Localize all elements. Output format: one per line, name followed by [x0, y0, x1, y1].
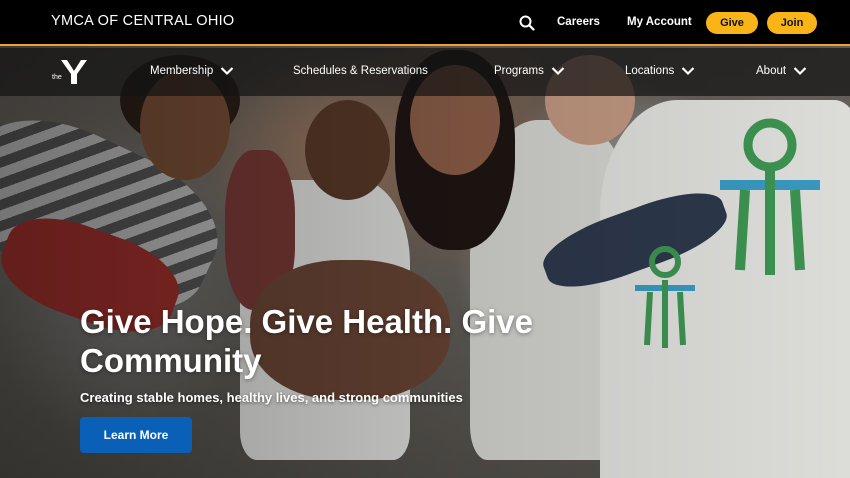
nav-item-membership[interactable]: Membership: [150, 65, 234, 77]
nav-item-label: Programs: [494, 65, 544, 77]
nav-item-programs[interactable]: Programs: [494, 65, 565, 77]
nav-item-schedules[interactable]: Schedules & Reservations: [293, 65, 428, 77]
nav-item-about[interactable]: About: [756, 65, 807, 77]
nav-item-locations[interactable]: Locations: [625, 65, 695, 77]
nav-item-label: Locations: [625, 65, 675, 77]
utility-bar: YMCA OF CENTRAL OHIO Careers My Account …: [0, 0, 850, 46]
ymca-logo[interactable]: the: [52, 58, 92, 86]
chevron-down-icon: [793, 67, 807, 76]
chevron-down-icon: [221, 67, 234, 76]
hero-subheadline: Creating stable homes, healthy lives, an…: [80, 390, 463, 405]
chevron-down-icon: [681, 67, 695, 76]
brand-name[interactable]: YMCA OF CENTRAL OHIO: [51, 13, 235, 29]
careers-link[interactable]: Careers: [557, 16, 600, 28]
learn-more-button[interactable]: Learn More: [80, 417, 192, 453]
chevron-down-icon: [551, 67, 565, 76]
nav-item-label: Membership: [150, 65, 214, 77]
nav-item-label: Schedules & Reservations: [293, 65, 428, 77]
svg-text:the: the: [52, 74, 62, 81]
search-icon[interactable]: [519, 15, 535, 31]
hero-headline: Give Hope. Give Health. Give Community: [80, 303, 533, 379]
main-nav: the Membership Schedules & Reservations …: [0, 48, 850, 96]
give-button[interactable]: Give: [706, 12, 758, 34]
my-account-link[interactable]: My Account: [627, 16, 692, 28]
nav-item-label: About: [756, 65, 787, 77]
join-button[interactable]: Join: [767, 12, 817, 34]
